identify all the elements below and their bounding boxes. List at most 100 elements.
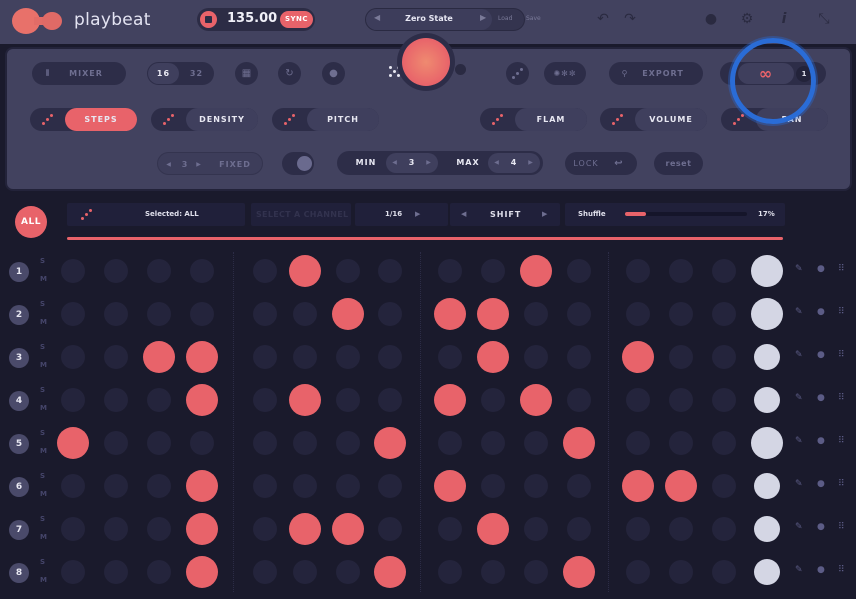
eraser-icon[interactable]: ✎: [795, 565, 803, 575]
step-inactive[interactable]: [104, 259, 128, 283]
step-inactive[interactable]: [61, 474, 85, 498]
step-inactive[interactable]: [524, 560, 548, 584]
step-active[interactable]: [477, 298, 509, 330]
step-active[interactable]: [622, 341, 654, 373]
step-inactive[interactable]: [104, 517, 128, 541]
step-active[interactable]: [477, 341, 509, 373]
step-inactive[interactable]: [253, 345, 277, 369]
step-inactive[interactable]: [378, 474, 402, 498]
step-inactive[interactable]: [147, 474, 171, 498]
fixed-prev-icon[interactable]: ◀: [164, 153, 174, 176]
solo-button[interactable]: S: [40, 257, 45, 265]
step-inactive[interactable]: [712, 388, 736, 412]
main-knob[interactable]: [397, 33, 455, 91]
fixed-label[interactable]: FIXED: [208, 153, 262, 176]
step-inactive[interactable]: [524, 345, 548, 369]
step-inactive[interactable]: [190, 302, 214, 326]
step-inactive[interactable]: [669, 388, 693, 412]
random-volume-icon[interactable]: [612, 114, 624, 126]
step-inactive[interactable]: [104, 474, 128, 498]
step-active[interactable]: [186, 556, 218, 588]
mixer-button[interactable]: ⫼ MIXER: [32, 62, 126, 85]
channel-number[interactable]: 8: [9, 563, 29, 583]
step-active[interactable]: [186, 384, 218, 416]
eraser-icon[interactable]: ✎: [795, 522, 803, 532]
lock-icon[interactable]: ●: [817, 307, 825, 317]
step-inactive[interactable]: [626, 431, 650, 455]
step-inactive[interactable]: [626, 560, 650, 584]
step-active[interactable]: [374, 427, 406, 459]
step-inactive[interactable]: [61, 388, 85, 412]
step-active[interactable]: [434, 470, 466, 502]
solo-button[interactable]: S: [40, 558, 45, 566]
step-inactive[interactable]: [669, 431, 693, 455]
step-inactive[interactable]: [147, 259, 171, 283]
step-inactive[interactable]: [253, 388, 277, 412]
random-density-icon[interactable]: [163, 114, 175, 126]
mute-button[interactable]: M: [40, 490, 47, 498]
division-next-icon[interactable]: ▶: [415, 203, 420, 226]
step-inactive[interactable]: [524, 517, 548, 541]
step-active[interactable]: [622, 470, 654, 502]
channel-volume-knob[interactable]: [754, 473, 780, 499]
step-inactive[interactable]: [626, 302, 650, 326]
step-inactive[interactable]: [253, 431, 277, 455]
max-decrement-icon[interactable]: ◀: [492, 153, 502, 173]
step-active[interactable]: [332, 513, 364, 545]
channel-number[interactable]: 7: [9, 520, 29, 540]
shift-left-icon[interactable]: ◀: [461, 203, 466, 226]
param-flam-button[interactable]: FLAM: [515, 108, 587, 131]
min-decrement-icon[interactable]: ◀: [390, 153, 400, 173]
step-inactive[interactable]: [336, 388, 360, 412]
shuffle-slider[interactable]: [625, 212, 747, 216]
step-inactive[interactable]: [378, 302, 402, 326]
step-inactive[interactable]: [104, 560, 128, 584]
undo-icon[interactable]: ↶: [594, 10, 612, 28]
random-steps-icon[interactable]: [42, 114, 54, 126]
random-flam-icon[interactable]: [492, 114, 504, 126]
mute-button[interactable]: M: [40, 576, 47, 584]
mute-button[interactable]: M: [40, 275, 47, 283]
step-active[interactable]: [374, 556, 406, 588]
step-active[interactable]: [186, 341, 218, 373]
info-icon[interactable]: i: [775, 10, 793, 28]
step-inactive[interactable]: [293, 431, 317, 455]
step-inactive[interactable]: [438, 560, 462, 584]
lock-icon[interactable]: ●: [322, 62, 345, 85]
step-inactive[interactable]: [147, 431, 171, 455]
step-inactive[interactable]: [438, 517, 462, 541]
drag-handle-icon[interactable]: ⠿: [838, 350, 845, 360]
sync-button[interactable]: SYNC: [280, 11, 313, 28]
drag-handle-icon[interactable]: ⠿: [838, 479, 845, 489]
step-inactive[interactable]: [378, 388, 402, 412]
step-inactive[interactable]: [253, 302, 277, 326]
redo-icon[interactable]: ↷: [621, 10, 639, 28]
step-inactive[interactable]: [253, 560, 277, 584]
load-button[interactable]: Load: [498, 15, 512, 22]
lock-icon[interactable]: ●: [817, 522, 825, 532]
step-inactive[interactable]: [61, 302, 85, 326]
step-inactive[interactable]: [567, 474, 591, 498]
drag-handle-icon[interactable]: ⠿: [838, 264, 845, 274]
fixed-toggle[interactable]: [282, 152, 314, 175]
lock-icon[interactable]: ●: [817, 436, 825, 446]
random-icon[interactable]: [81, 209, 93, 221]
channel-volume-knob[interactable]: [754, 516, 780, 542]
solo-button[interactable]: S: [40, 515, 45, 523]
mute-button[interactable]: M: [40, 361, 47, 369]
step-inactive[interactable]: [253, 517, 277, 541]
step-inactive[interactable]: [378, 259, 402, 283]
step-active[interactable]: [289, 513, 321, 545]
step-inactive[interactable]: [293, 560, 317, 584]
channel-number[interactable]: 3: [9, 348, 29, 368]
step-inactive[interactable]: [104, 388, 128, 412]
step-inactive[interactable]: [567, 517, 591, 541]
step-inactive[interactable]: [481, 388, 505, 412]
min-increment-icon[interactable]: ▶: [424, 153, 434, 173]
preset-next-icon[interactable]: ▶: [480, 13, 486, 22]
channel-volume-knob[interactable]: [751, 255, 783, 287]
save-button[interactable]: Save: [526, 15, 541, 22]
mute-button[interactable]: M: [40, 447, 47, 455]
channel-number[interactable]: 6: [9, 477, 29, 497]
step-inactive[interactable]: [712, 259, 736, 283]
